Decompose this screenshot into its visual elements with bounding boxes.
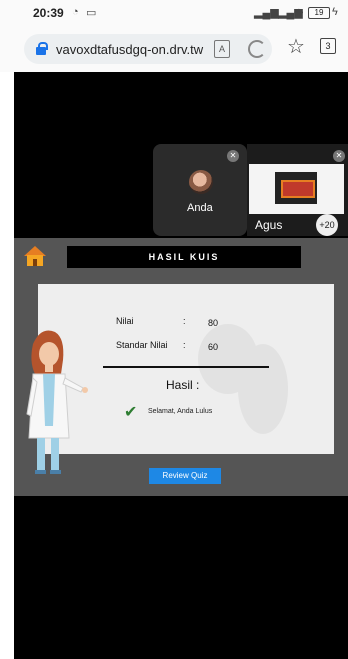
review-quiz-button[interactable]: Review Quiz — [149, 468, 221, 484]
quiz-result-panel: HASIL KUIS Nilai : 80 Standar Nilai : 60… — [14, 238, 348, 496]
signal-icon: ▂▄▆ — [254, 7, 279, 19]
standar-separator: : — [183, 340, 186, 350]
tabs-icon[interactable]: 3 — [320, 38, 336, 54]
whatsapp-icon: ◔ — [72, 6, 79, 18]
mic-off-icon: ✕ — [227, 150, 239, 162]
status-time: 20:39 — [33, 6, 64, 20]
charging-icon: ϟ — [332, 6, 338, 18]
self-name-label: Anda — [187, 202, 213, 214]
star-icon[interactable]: ☆ — [287, 34, 305, 59]
screen-icon: ▭ — [86, 7, 97, 19]
nilai-value: 80 — [208, 318, 219, 328]
hasil-heading: Hasil : — [166, 378, 200, 392]
address-bar[interactable]: vavoxdtafusdgq-on.drv.tw A — [24, 34, 272, 64]
more-participants-badge[interactable]: +20 — [316, 214, 338, 236]
reader-mode-icon[interactable]: A — [214, 40, 230, 58]
background-illustration-2 — [238, 344, 288, 434]
teacher-illustration — [26, 330, 88, 474]
lock-icon — [36, 42, 48, 55]
participant-name-label: Agus — [255, 218, 283, 232]
meeting-stage: ✕ Anda ✕ Agus +20 HASIL KUIS Nilai : 80 … — [14, 72, 348, 659]
self-video-tile[interactable]: ✕ Anda — [153, 144, 247, 236]
battery-icon: 19 — [308, 7, 330, 19]
result-message: Selamat, Anda Lulus — [148, 408, 213, 415]
reload-icon[interactable] — [248, 40, 266, 58]
standar-nilai-label: Standar Nilai — [116, 340, 168, 350]
browser-toolbar: vavoxdtafusdgq-on.drv.tw A ☆ 3 — [0, 26, 348, 72]
url-text[interactable]: vavoxdtafusdgq-on.drv.tw — [56, 42, 203, 57]
check-icon: ✔ — [124, 404, 138, 421]
nilai-label: Nilai — [116, 316, 134, 326]
nilai-separator: : — [183, 316, 186, 326]
avatar — [189, 170, 213, 194]
divider — [103, 366, 269, 368]
quiz-title: HASIL KUIS — [67, 246, 301, 268]
standar-nilai-value: 60 — [208, 342, 219, 352]
mic-off-icon: ✕ — [333, 150, 345, 162]
home-icon[interactable] — [24, 246, 46, 266]
status-bar: 20:39 ◔ ▭ ▂▄▆ ▂▄▆ ◠ 19 ϟ — [0, 0, 348, 26]
shared-screen-preview — [249, 164, 344, 214]
wifi-icon: ◠ — [294, 7, 304, 19]
